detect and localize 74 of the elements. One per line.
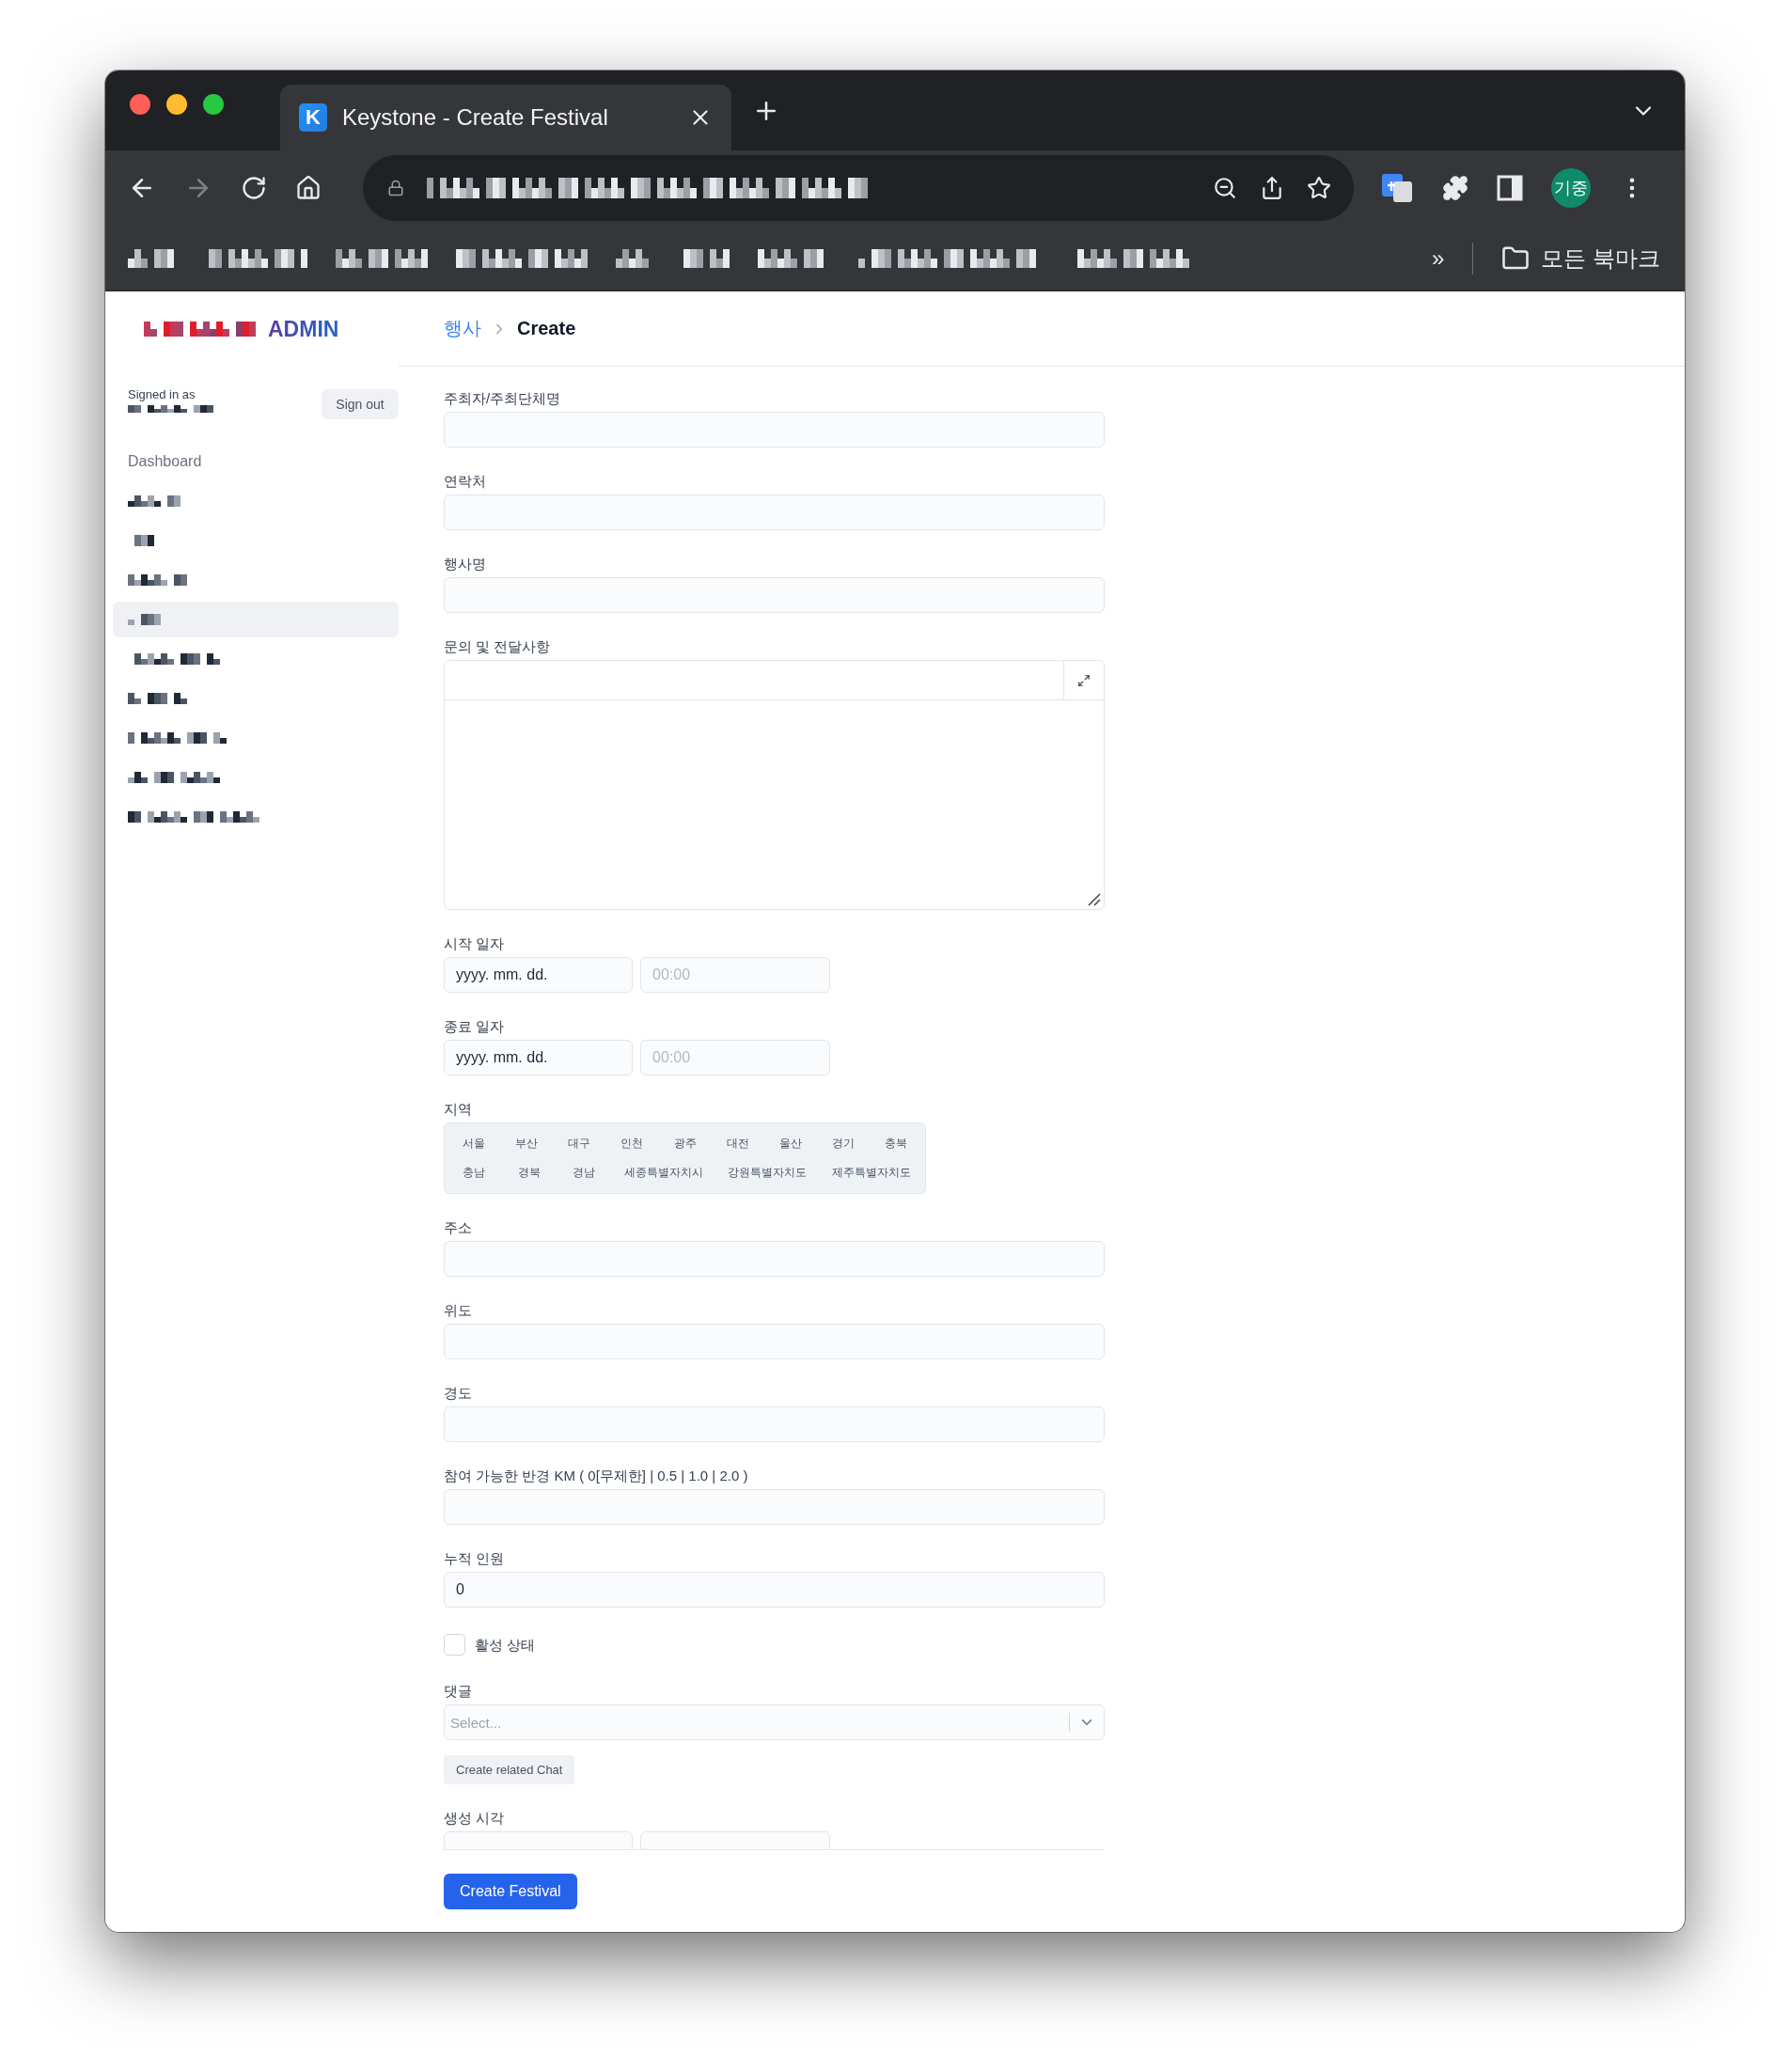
minimize-window-icon[interactable]: [166, 93, 187, 115]
field-label: 시작 일자: [444, 934, 506, 953]
all-bookmarks-button[interactable]: 모든 북마크: [1501, 243, 1660, 274]
checkbox-label: 활성 상태: [475, 1635, 536, 1655]
sign-out-button[interactable]: Sign out: [322, 389, 399, 419]
region-option[interactable]: 경남: [558, 1158, 610, 1187]
pixelated-text: [128, 574, 187, 586]
region-option[interactable]: 대전: [712, 1129, 763, 1158]
checkbox[interactable]: [444, 1634, 465, 1656]
browser-tab[interactable]: K Keystone - Create Festival: [280, 85, 731, 150]
pixelated-text: [128, 693, 187, 704]
bookmarks-overflow-button[interactable]: »: [1431, 244, 1445, 272]
field-label: 연락처: [444, 472, 487, 491]
region-option[interactable]: 경북: [503, 1158, 555, 1187]
date-field[interactable]: yyyy. mm. dd.: [444, 1040, 633, 1075]
input-field[interactable]: [444, 494, 1105, 530]
create-related-button[interactable]: Create related Chat: [444, 1755, 575, 1784]
date-field[interactable]: yyyy. mm. dd.: [444, 957, 633, 993]
zoom-out-icon[interactable]: [1213, 176, 1237, 200]
region-option[interactable]: 인천: [606, 1129, 658, 1158]
region-option[interactable]: 충북: [871, 1129, 921, 1158]
region-option[interactable]: 세종특별자치시: [613, 1158, 714, 1187]
input-field[interactable]: [444, 1324, 1105, 1359]
maximize-window-icon[interactable]: [203, 93, 224, 115]
input-field[interactable]: [444, 412, 1105, 447]
time-field[interactable]: 00:00: [640, 957, 830, 993]
field-label: 댓글: [444, 1682, 473, 1701]
create-festival-button[interactable]: Create Festival: [444, 1874, 577, 1909]
tab-favicon: K: [299, 103, 327, 132]
region-option[interactable]: 울산: [764, 1129, 816, 1158]
pixelated-text: [128, 614, 161, 625]
field-label: 종료 일자: [444, 1017, 506, 1036]
region-option[interactable]: 부산: [501, 1129, 553, 1158]
close-window-icon[interactable]: [130, 93, 150, 115]
bookmark-star-icon[interactable]: [1307, 176, 1331, 200]
field-label: 주최자/주최단체명: [444, 389, 562, 408]
field-label: 문의 및 전달사항: [444, 637, 552, 656]
signed-in-label: Signed in as: [128, 387, 196, 401]
pixelated-bookmark: [616, 248, 649, 268]
breadcrumb-link[interactable]: 행사: [444, 316, 481, 341]
expand-icon: [1077, 673, 1091, 687]
field-label: 경도: [444, 1384, 473, 1403]
breadcrumb-current: Create: [517, 318, 576, 339]
translate-icon[interactable]: [1382, 174, 1414, 202]
puzzle-icon[interactable]: [1442, 175, 1468, 201]
side-panel-icon[interactable]: [1497, 175, 1523, 201]
field-label: 참여 가능한 반경 KM ( 0[무제한] | 0.5 | 1.0 | 2.0 ): [444, 1467, 749, 1485]
region-option[interactable]: 대구: [554, 1129, 605, 1158]
region-option[interactable]: 충남: [448, 1158, 499, 1187]
reload-icon[interactable]: [241, 175, 267, 201]
field-label: 주소: [444, 1218, 473, 1237]
pixelated-text: [128, 495, 181, 507]
input-field[interactable]: [444, 1489, 1105, 1525]
home-icon[interactable]: [295, 175, 322, 201]
input-field[interactable]: [444, 1241, 1105, 1277]
resize-handle-icon[interactable]: [1088, 893, 1101, 906]
share-icon[interactable]: [1260, 176, 1284, 200]
time-field[interactable]: 00:00: [640, 1040, 830, 1075]
field-label: 지역: [444, 1100, 473, 1119]
region-option[interactable]: 제주특별자치도: [821, 1158, 921, 1187]
field-label: 행사명: [444, 555, 487, 573]
lock-icon: [387, 180, 404, 196]
region-option[interactable]: 강원특별자치도: [717, 1158, 818, 1187]
dashboard-link[interactable]: Dashboard: [113, 453, 399, 470]
profile-avatar[interactable]: 기중: [1551, 168, 1591, 208]
field-label: 위도: [444, 1301, 473, 1320]
region-option[interactable]: 광주: [659, 1129, 711, 1158]
region-option[interactable]: 서울: [448, 1129, 499, 1158]
field-label: 누적 인원: [444, 1549, 506, 1568]
input-field[interactable]: 0: [444, 1572, 1105, 1608]
input-field[interactable]: [444, 1406, 1105, 1442]
input-field[interactable]: [444, 577, 1105, 613]
field-label: 생성 시각: [444, 1809, 506, 1828]
region-option[interactable]: 경기: [817, 1129, 869, 1158]
